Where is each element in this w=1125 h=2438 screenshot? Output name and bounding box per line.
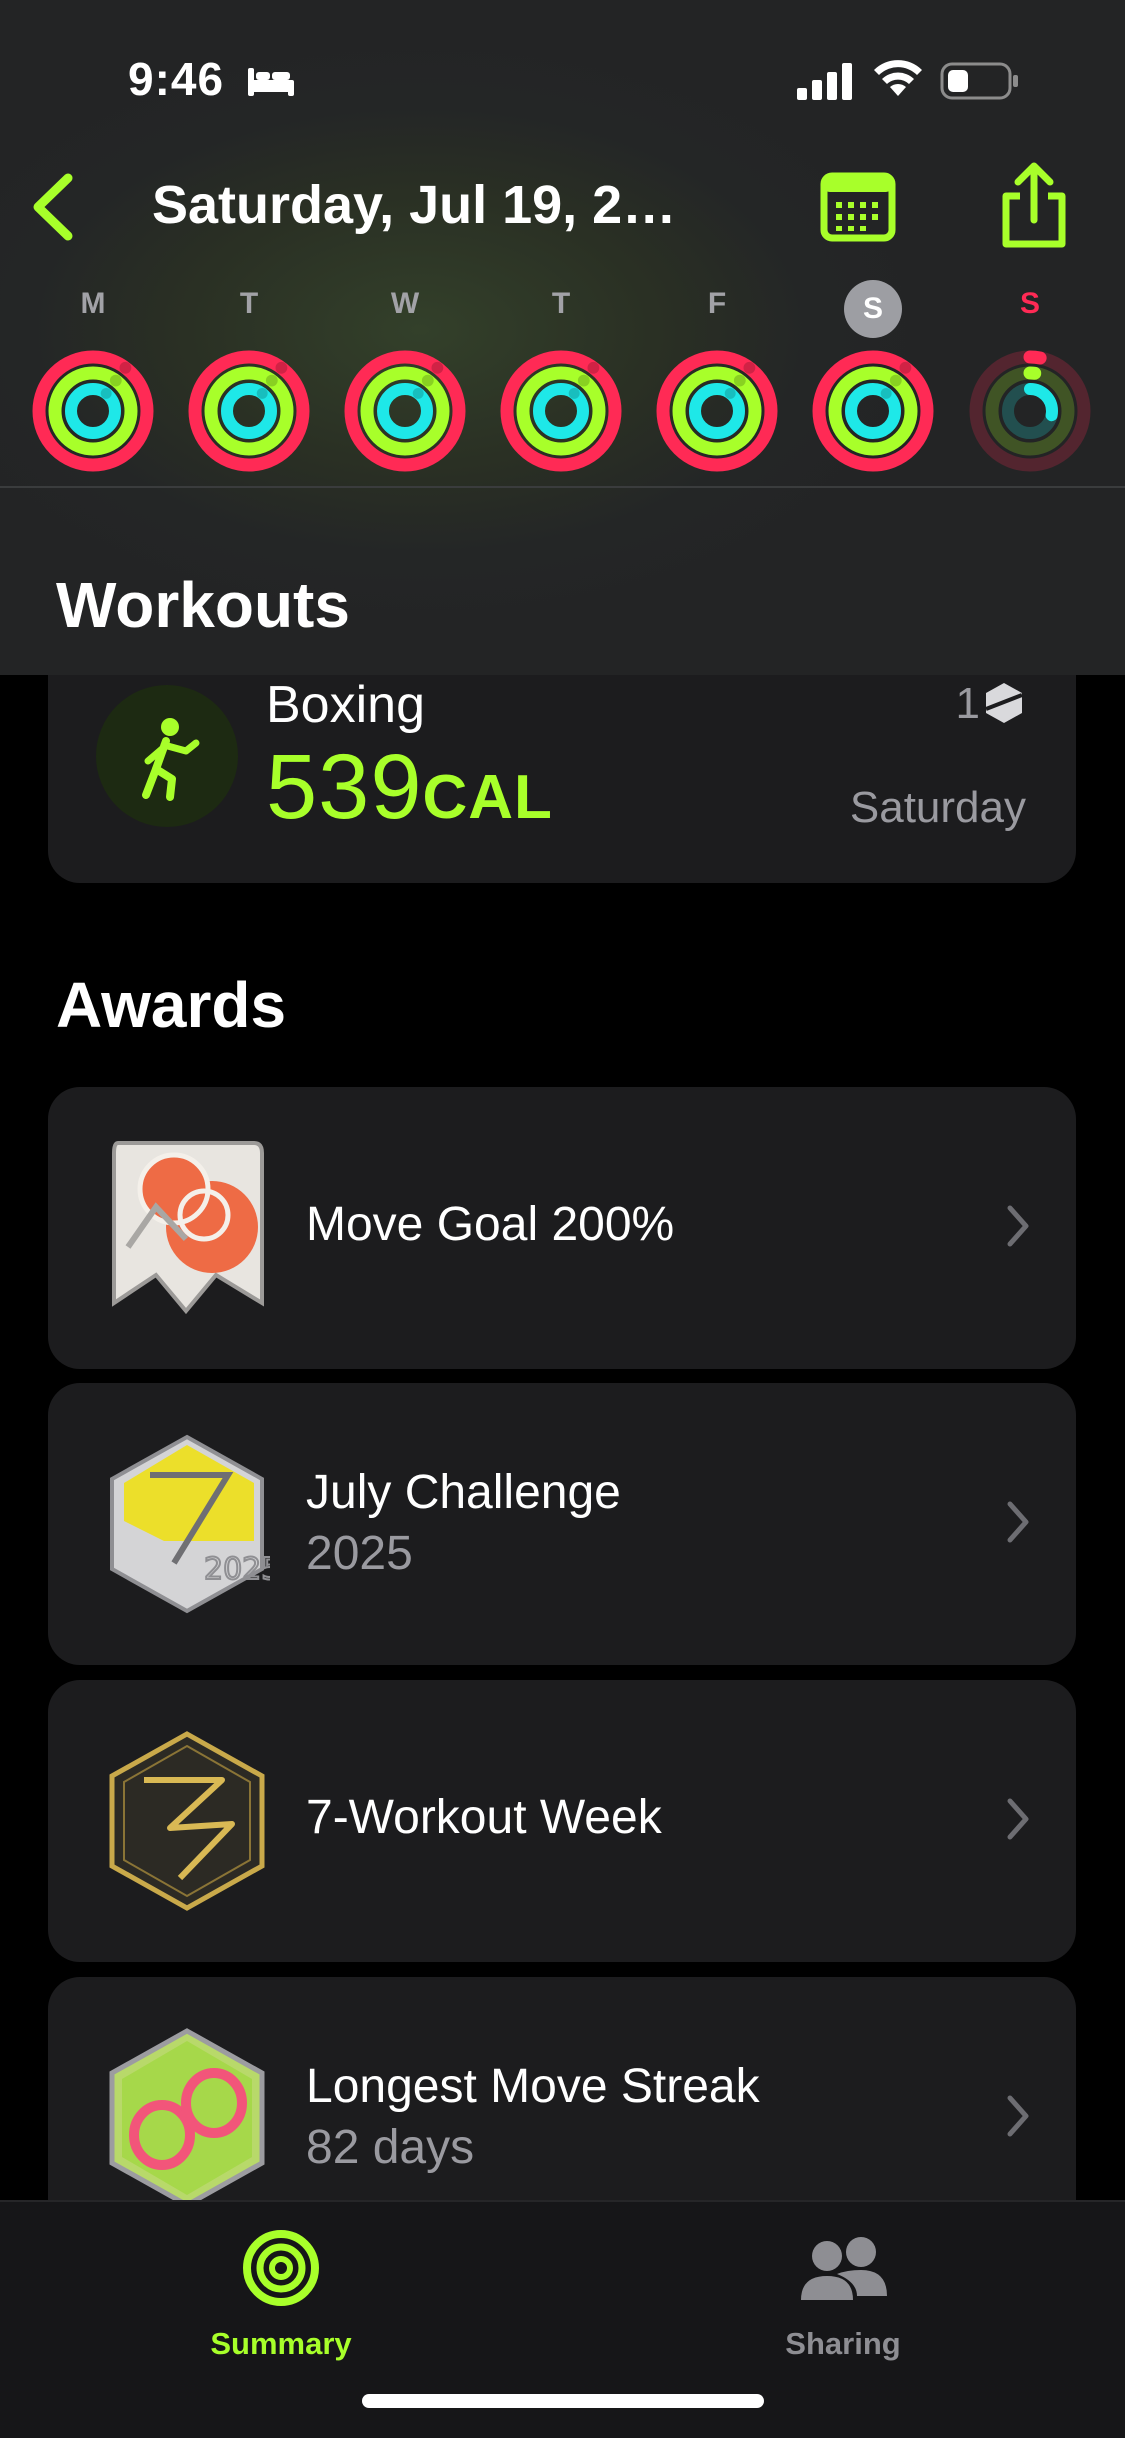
award-title: July Challenge bbox=[306, 1466, 621, 1519]
tab-summary[interactable]: Summary bbox=[131, 2202, 431, 2382]
people-icon bbox=[801, 2237, 887, 2300]
day-label: W bbox=[390, 287, 420, 320]
workout-calories: 539CAL bbox=[266, 735, 553, 840]
home-indicator bbox=[362, 2394, 764, 2408]
workouts-heading: Workouts bbox=[56, 569, 350, 641]
battery-icon bbox=[940, 62, 1018, 100]
nav-title: Saturday, Jul 19, 2… bbox=[152, 175, 677, 235]
cellular-signal-icon bbox=[797, 63, 852, 100]
workout-name: Boxing bbox=[266, 676, 425, 734]
award-title: 7-Workout Week bbox=[306, 1791, 662, 1844]
calendar-button[interactable] bbox=[820, 172, 896, 242]
workout-count: 1 bbox=[955, 679, 980, 728]
move-goal-badge-icon bbox=[112, 1141, 264, 1315]
award-card-seven-workout-week[interactable]: 7-Workout Week bbox=[48, 1680, 1076, 1962]
awards-heading: Awards bbox=[56, 969, 287, 1041]
chevron-right-icon bbox=[1007, 1501, 1029, 1543]
svg-text:2025: 2025 bbox=[204, 1552, 270, 1587]
workout-icon-circle bbox=[96, 685, 238, 827]
tab-sharing-label: Sharing bbox=[785, 2326, 901, 2361]
day-label: S bbox=[1019, 287, 1040, 320]
device-icon bbox=[985, 683, 1023, 723]
back-button[interactable] bbox=[24, 172, 84, 242]
activity-ring-day[interactable] bbox=[968, 349, 1092, 473]
wifi-icon bbox=[874, 60, 922, 96]
share-button[interactable] bbox=[996, 160, 1072, 250]
july-challenge-badge-icon: 2025 bbox=[110, 1434, 270, 1614]
tab-summary-label: Summary bbox=[210, 2326, 352, 2361]
award-card-move-goal[interactable]: Move Goal 200% bbox=[48, 1087, 1076, 1369]
workout-card[interactable]: Boxing 539CAL 1 Saturday bbox=[48, 675, 1076, 883]
workout-calories-unit: CAL bbox=[422, 763, 553, 832]
status-time: 9:46 bbox=[128, 53, 225, 105]
activity-ring-day[interactable] bbox=[187, 349, 311, 473]
sleep-bed-icon bbox=[248, 68, 294, 96]
activity-ring-day[interactable] bbox=[655, 349, 779, 473]
activity-rings-icon bbox=[243, 2230, 319, 2306]
day-label: T bbox=[239, 287, 259, 320]
workout-day: Saturday bbox=[849, 783, 1026, 832]
header-divider bbox=[0, 486, 1125, 488]
chevron-right-icon bbox=[1007, 1205, 1029, 1247]
award-subtitle: 82 days bbox=[306, 2121, 475, 2174]
activity-ring-day[interactable] bbox=[31, 349, 155, 473]
day-label: M bbox=[80, 287, 106, 320]
award-title: Move Goal 200% bbox=[306, 1198, 675, 1251]
day-label: T bbox=[551, 287, 571, 320]
tab-sharing[interactable]: Sharing bbox=[693, 2202, 993, 2382]
activity-ring-day[interactable] bbox=[499, 349, 623, 473]
activity-ring-day[interactable] bbox=[343, 349, 467, 473]
award-subtitle: 2025 bbox=[306, 1527, 413, 1580]
chevron-right-icon bbox=[1007, 1798, 1029, 1840]
workout-calories-value: 539 bbox=[266, 736, 423, 838]
day-label: F bbox=[707, 287, 727, 320]
longest-move-streak-badge-icon bbox=[109, 2028, 265, 2208]
day-label: S bbox=[844, 280, 902, 338]
award-card-july-challenge[interactable]: 2025 July Challenge 2025 bbox=[48, 1383, 1076, 1665]
seven-workout-week-badge-icon bbox=[109, 1731, 265, 1911]
activity-ring-day[interactable] bbox=[811, 349, 935, 473]
award-title: Longest Move Streak bbox=[306, 2060, 760, 2113]
boxing-icon bbox=[142, 718, 200, 801]
chevron-right-icon bbox=[1007, 2095, 1029, 2137]
